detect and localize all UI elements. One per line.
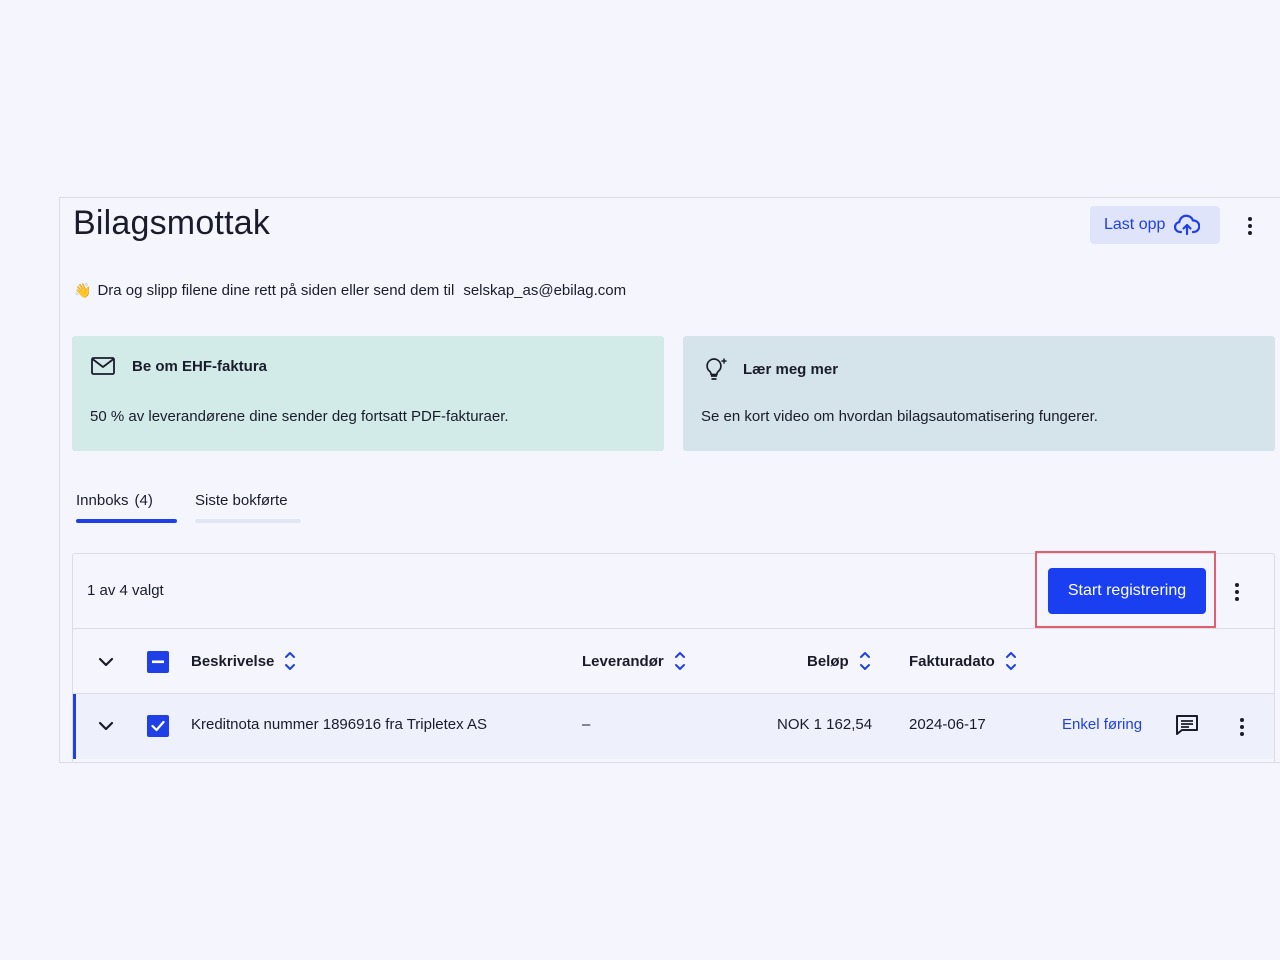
column-header-fakturadato[interactable]: Fakturadato [909,650,1017,672]
tab-siste-bokforte[interactable]: Siste bokførte [195,492,301,523]
cell-amount: NOK 1 162,54 [777,716,873,733]
check-icon [151,720,165,732]
waving-hand-icon: 👋 [74,282,92,298]
learn-card-text: Se en kort video om hvordan bilagsautoma… [701,408,1098,425]
ehf-card-text: 50 % av leverandørene dine sender deg fo… [90,408,509,425]
inbox-table: 1 av 4 valgt Start registrering Beskrive… [72,551,1275,762]
chevron-down-icon[interactable] [97,653,115,671]
table-row[interactable]: Kreditnota nummer 1896916 fra Tripletex … [73,694,1274,759]
ehf-card[interactable]: Be om EHF-faktura 50 % av leverandørene … [72,336,664,451]
learn-more-card[interactable]: Lær meg mer Se en kort video om hvordan … [683,336,1275,451]
table-more-menu-icon[interactable] [1227,580,1247,604]
cell-description: Kreditnota nummer 1896916 fra Tripletex … [191,716,488,733]
tab-innboks-label: Innboks [76,492,129,509]
page-title: Bilagsmottak [73,204,271,242]
column-label: Leverandør [582,652,664,670]
upload-button[interactable]: Last opp [1090,206,1220,244]
tab-innboks[interactable]: Innboks (4) [76,492,177,523]
selection-count: 1 av 4 valgt [87,582,164,599]
lightbulb-icon [701,356,729,382]
page-more-menu-icon[interactable] [1240,214,1260,238]
cell-supplier: – [582,716,591,733]
inbox-email: selskap_as@ebilag.com [463,282,627,299]
drop-hint-text: Dra og slipp filene dine rett på siden e… [97,282,455,299]
sort-icon [1005,650,1017,672]
row-checkbox[interactable] [147,715,169,737]
cell-date: 2024-06-17 [909,716,986,733]
row-more-menu-icon[interactable] [1232,715,1252,739]
sort-icon [284,650,296,672]
sort-icon [674,650,686,672]
comment-icon[interactable] [1174,713,1200,737]
column-header-leverandor[interactable]: Leverandør [582,650,686,672]
table-header: Beskrivelse Leverandør Beløp Fakturadato [73,629,1274,694]
upload-button-label: Last opp [1104,216,1166,233]
start-registration-button[interactable]: Start registrering [1048,568,1206,614]
simple-entry-link[interactable]: Enkel føring [1062,716,1142,733]
bilagsmottak-panel: Bilagsmottak Last opp 👋 Dra og slipp fil… [59,197,1280,763]
tab-innboks-count: (4) [134,492,153,509]
drop-hint: 👋 Dra og slipp filene dine rett på siden… [74,282,626,299]
column-label: Beskrivelse [191,652,275,670]
cloud-upload-icon [1174,214,1201,236]
sort-icon [859,650,871,672]
column-header-belop[interactable]: Beløp [807,650,871,672]
mail-icon [90,356,118,376]
tab-bar: Innboks (4) Siste bokførte [76,492,301,523]
ehf-card-title: Be om EHF-faktura [132,357,268,375]
select-all-checkbox[interactable] [147,651,169,673]
column-label: Beløp [807,652,849,670]
table-toolbar: 1 av 4 valgt Start registrering [73,551,1274,629]
column-header-beskrivelse[interactable]: Beskrivelse [191,650,296,672]
indeterminate-icon [152,660,164,664]
chevron-down-icon[interactable] [97,717,115,735]
learn-card-title: Lær meg mer [743,360,839,378]
tab-siste-bokforte-label: Siste bokførte [195,492,288,509]
column-label: Fakturadato [909,652,995,670]
